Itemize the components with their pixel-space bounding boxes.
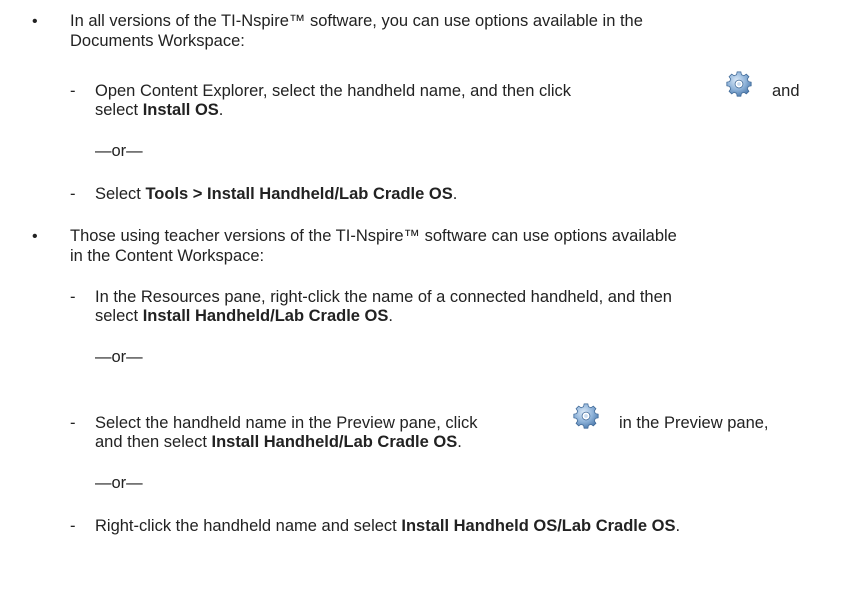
bullet-1-line-1: In all versions of the TI-Nspire™ softwa… — [70, 12, 643, 30]
item-2-2-plain: and then select — [95, 433, 212, 451]
bullet-2-line-1: Those using teacher versions of the TI-N… — [70, 227, 677, 245]
item-1-1-text: Open Content Explorer, select the handhe… — [95, 82, 572, 100]
item-2-3-line: Right-click the handheld name and select… — [95, 517, 680, 536]
item-1-2-line: Select Tools > Install Handheld/Lab Crad… — [95, 185, 457, 204]
item-2-2-end: . — [457, 433, 462, 451]
item-1-2-plain: Select — [95, 185, 146, 203]
item-2-1-line-2: select Install Handheld/Lab Cradle OS. — [95, 307, 393, 326]
or-separator: —or— — [95, 142, 143, 160]
item-2-1-end: . — [388, 307, 393, 325]
gear-icon — [571, 401, 601, 431]
item-1-1-line-1: Open Content Explorer, select the handhe… — [95, 82, 571, 101]
or-separator: —or— — [95, 348, 143, 366]
item-1-2-bold: Tools > Install Handheld/Lab Cradle OS — [145, 185, 453, 203]
dash-marker: - — [70, 288, 76, 306]
bullet-marker: • — [32, 13, 38, 30]
or-separator: —or— — [95, 474, 143, 492]
dash-marker: - — [70, 517, 76, 535]
item-2-2-bold: Install Handheld/Lab Cradle OS — [211, 433, 458, 451]
item-1-1-end: . — [218, 101, 224, 119]
item-2-1-plain: select — [95, 307, 143, 325]
item-1-1-and: and — [772, 82, 800, 100]
dash-marker: - — [70, 82, 76, 100]
dash-marker: - — [70, 185, 76, 203]
item-2-2-text: Select the handheld name in the Preview … — [95, 414, 478, 432]
item-1-1-bold: Install OS — [142, 101, 219, 119]
gear-icon — [724, 69, 754, 99]
item-2-2-line-2: and then select Install Handheld/Lab Cra… — [95, 433, 462, 452]
bullet-marker: • — [32, 228, 38, 245]
item-2-3-bold: Install Handheld OS/Lab Cradle OS — [401, 517, 676, 535]
item-2-1-line-1: In the Resources pane, right-click the n… — [95, 288, 672, 306]
item-2-2-tail: in the Preview pane, — [619, 414, 769, 432]
item-2-3-end: . — [675, 517, 681, 535]
item-1-1-line-2: select Install OS. — [95, 101, 223, 120]
item-2-3-plain: Right-click the handheld name and select — [95, 517, 402, 535]
item-1-2-end: . — [452, 185, 458, 203]
item-2-1-bold: Install Handheld/Lab Cradle OS — [142, 307, 389, 325]
item-2-2-line-1: Select the handheld name in the Preview … — [95, 414, 477, 433]
bullet-1-line-2: Documents Workspace: — [70, 32, 245, 50]
bullet-2-line-2: in the Content Workspace: — [70, 247, 265, 265]
dash-marker: - — [70, 414, 76, 432]
item-1-1-plain: select — [95, 101, 143, 119]
